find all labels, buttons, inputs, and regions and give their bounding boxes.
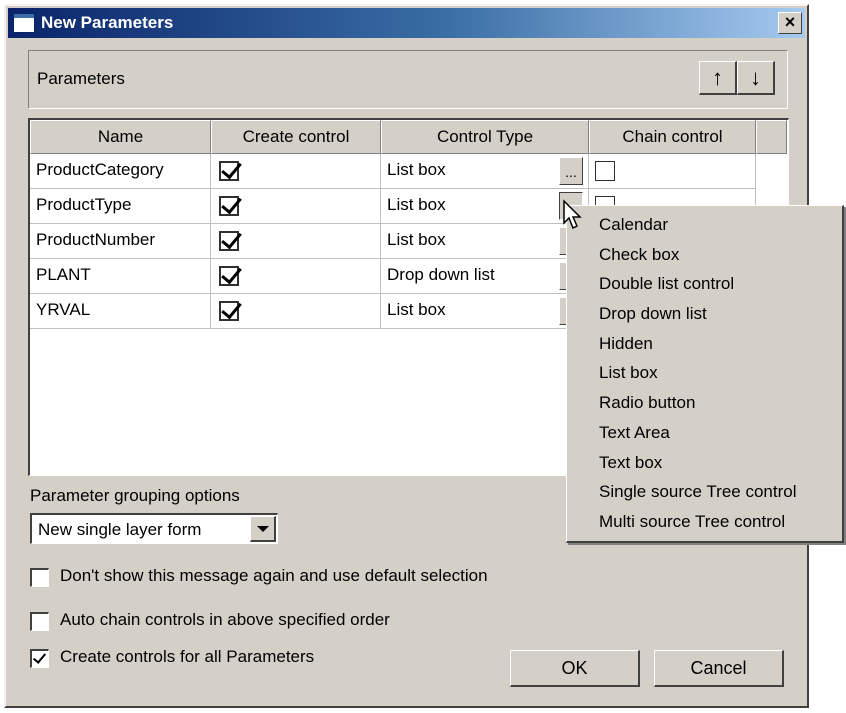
- menu-item-single-source-tree-control[interactable]: Single source Tree control: [567, 477, 842, 507]
- create-control-checkbox[interactable]: [219, 231, 239, 251]
- control-type-cell[interactable]: List box: [381, 224, 589, 259]
- create-all-checkbox[interactable]: [30, 649, 49, 668]
- menu-item-text-area[interactable]: Text Area: [567, 418, 842, 448]
- param-name-cell[interactable]: YRVAL: [30, 294, 211, 329]
- create-control-cell[interactable]: [211, 224, 381, 259]
- menu-item-multi-source-tree-control[interactable]: Multi source Tree control: [567, 507, 842, 537]
- arrow-down-icon: ↓: [750, 64, 761, 90]
- column-header-chain-control[interactable]: Chain control: [589, 120, 756, 154]
- menu-item-list-box[interactable]: List box: [567, 358, 842, 388]
- create-control-checkbox[interactable]: [219, 161, 239, 181]
- create-control-cell[interactable]: [211, 294, 381, 329]
- dont-show-label[interactable]: Don't show this message again and use de…: [60, 566, 488, 586]
- control-type-cell[interactable]: Drop down list: [381, 259, 589, 294]
- window-icon: [13, 13, 35, 33]
- parameters-label: Parameters: [37, 69, 125, 88]
- create-all-label[interactable]: Create controls for all Parameters: [60, 647, 314, 667]
- menu-item-double-list-control[interactable]: Double list control: [567, 269, 842, 299]
- grouping-options-select[interactable]: New single layer form: [30, 513, 278, 544]
- param-name-cell[interactable]: ProductNumber: [30, 224, 211, 259]
- column-header-filler: [756, 120, 787, 154]
- param-name-cell[interactable]: PLANT: [30, 259, 211, 294]
- move-down-button[interactable]: ↓: [737, 61, 775, 95]
- control-type-cell[interactable]: List box: [381, 294, 589, 329]
- chain-control-checkbox[interactable]: [595, 161, 615, 181]
- create-control-checkbox[interactable]: [219, 266, 239, 286]
- grouping-options-label: Parameter grouping options: [30, 486, 240, 505]
- grouping-selected-value: New single layer form: [38, 520, 202, 539]
- grid-header: Name Create control Control Type Chain c…: [30, 120, 787, 154]
- menu-item-drop-down-list[interactable]: Drop down list: [567, 299, 842, 329]
- control-type-value: List box: [387, 195, 446, 214]
- table-row[interactable]: ProductCategory List box ...: [30, 154, 787, 189]
- param-name-cell[interactable]: ProductCategory: [30, 154, 211, 189]
- dont-show-checkbox[interactable]: [30, 568, 49, 587]
- control-type-cell[interactable]: List box ...: [381, 154, 589, 189]
- create-control-cell[interactable]: [211, 259, 381, 294]
- menu-item-calendar[interactable]: Calendar: [567, 210, 842, 240]
- create-control-checkbox[interactable]: [219, 301, 239, 321]
- grouping-dropdown-button[interactable]: [250, 516, 276, 542]
- parameters-toolbar: Parameters ↑ ↓: [28, 50, 788, 109]
- control-type-value: List box: [387, 160, 446, 179]
- control-type-value: Drop down list: [387, 265, 495, 284]
- close-button[interactable]: ×: [778, 12, 802, 34]
- menu-item-radio-button[interactable]: Radio button: [567, 388, 842, 418]
- control-type-cell[interactable]: List box: [381, 189, 589, 224]
- cancel-button[interactable]: Cancel: [654, 650, 784, 687]
- ok-button[interactable]: OK: [510, 650, 640, 687]
- auto-chain-checkbox[interactable]: [30, 612, 49, 631]
- chain-control-cell[interactable]: [589, 154, 756, 189]
- column-header-create-control[interactable]: Create control: [211, 120, 381, 154]
- create-control-cell[interactable]: [211, 154, 381, 189]
- control-type-value: List box: [387, 230, 446, 249]
- chevron-down-icon: [256, 525, 269, 532]
- create-control-cell[interactable]: [211, 189, 381, 224]
- param-name-cell[interactable]: ProductType: [30, 189, 211, 224]
- menu-item-text-box[interactable]: Text box: [567, 448, 842, 478]
- create-control-checkbox[interactable]: [219, 196, 239, 216]
- window-title: New Parameters: [41, 13, 174, 32]
- control-type-ellipsis-button[interactable]: ...: [559, 157, 583, 185]
- menu-item-check-box[interactable]: Check box: [567, 240, 842, 270]
- title-bar[interactable]: New Parameters ×: [8, 8, 805, 38]
- mouse-pointer-icon: [563, 199, 582, 230]
- menu-item-hidden[interactable]: Hidden: [567, 329, 842, 359]
- move-up-button[interactable]: ↑: [699, 61, 737, 95]
- column-header-name[interactable]: Name: [30, 120, 211, 154]
- column-header-control-type[interactable]: Control Type: [381, 120, 589, 154]
- control-type-menu: Calendar Check box Double list control D…: [566, 205, 844, 543]
- arrow-up-icon: ↑: [712, 64, 723, 90]
- auto-chain-label[interactable]: Auto chain controls in above specified o…: [60, 610, 390, 630]
- control-type-value: List box: [387, 300, 446, 319]
